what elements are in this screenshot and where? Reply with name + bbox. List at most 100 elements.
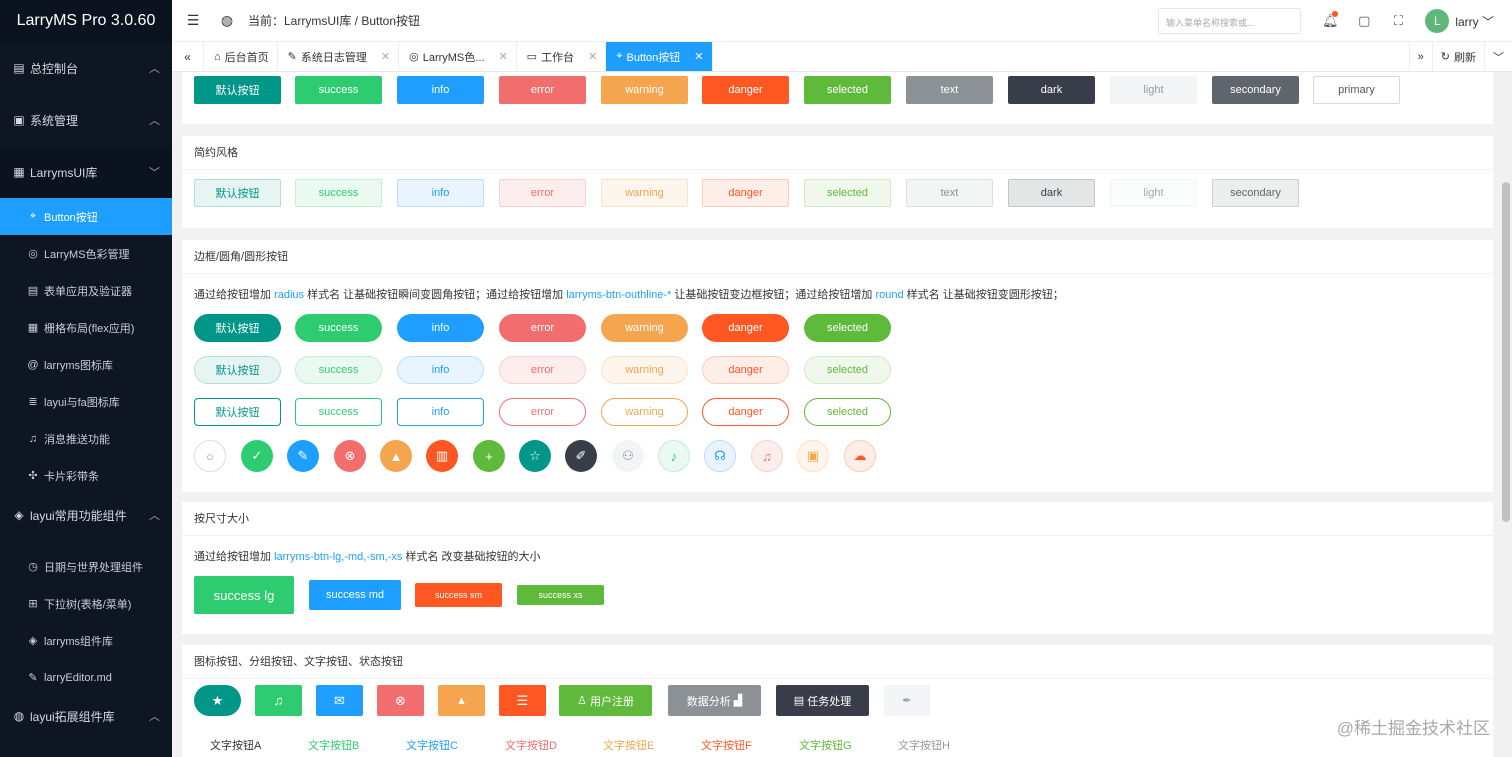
sidebar-item-icons[interactable]: @ larryms图标库 [0, 346, 172, 383]
btn-simple-dark[interactable]: dark [1008, 179, 1095, 207]
text-button-e[interactable]: 文字按钮E [603, 737, 654, 753]
tab-scroll-left-icon[interactable]: « [172, 42, 204, 71]
btn-simple-text[interactable]: text [906, 179, 993, 207]
text-button-d[interactable]: 文字按钮D [505, 737, 557, 753]
btn-simple-default[interactable]: 默认按钮 [194, 179, 281, 207]
sidebar-item-card[interactable]: ✣ 卡片彩带条 [0, 457, 172, 494]
btn-size-md[interactable]: success md [309, 580, 401, 610]
close-icon[interactable]: ✕ [498, 50, 507, 63]
btn-simple-info[interactable]: info [397, 179, 484, 207]
lock-screen-icon[interactable]: ▢ [1347, 13, 1381, 29]
btn-outline-selected[interactable]: selected [804, 398, 891, 426]
search-icon[interactable]: ○ [194, 440, 226, 472]
btn-primary[interactable]: primary [1313, 76, 1400, 104]
btn-selected[interactable]: selected [804, 76, 891, 104]
btn-success[interactable]: success [295, 76, 382, 104]
close-icon[interactable]: ✕ [588, 50, 597, 63]
text-button-b[interactable]: 文字按钮B [308, 737, 359, 753]
btn-size-xs[interactable]: success xs [517, 585, 604, 605]
sidebar-item-grid[interactable]: ▦ 栅格布局(flex应用) [0, 309, 172, 346]
feather-icon-button[interactable]: ✒ [884, 685, 930, 716]
tab-scroll-right-icon[interactable]: » [1408, 42, 1432, 71]
globe-icon[interactable]: ◍ [214, 12, 240, 29]
btn-outline-warning[interactable]: warning [601, 398, 688, 426]
headset-icon[interactable]: ☊ [704, 440, 736, 472]
tab-menu-icon[interactable]: ﹀ [1484, 42, 1512, 71]
edit-icon[interactable]: ✎ [287, 440, 319, 472]
sidebar-group-dashboard[interactable]: ▤ 总控制台 ︿ [0, 42, 172, 94]
btn-light[interactable]: light [1110, 76, 1197, 104]
btn-round-info[interactable]: info [397, 314, 484, 342]
btn-simple-success[interactable]: success [295, 179, 382, 207]
sidebar-group-layui[interactable]: ◈ layui常用功能组件 ︿ [0, 494, 172, 536]
btn-round-light-default[interactable]: 默认按钮 [194, 356, 281, 384]
close-icon[interactable]: ✕ [381, 50, 390, 63]
star-icon-button[interactable]: ★ [194, 685, 241, 716]
btn-simple-selected[interactable]: selected [804, 179, 891, 207]
btn-round-light-info[interactable]: info [397, 356, 484, 384]
tab-workbench[interactable]: ▭ 工作台 ✕ [517, 42, 607, 71]
close-circle-icon[interactable]: ⊗ [334, 440, 366, 472]
btn-text[interactable]: text [906, 76, 993, 104]
pen-icon[interactable]: ✐ [565, 440, 597, 472]
btn-simple-danger[interactable]: danger [702, 179, 789, 207]
btn-round-success[interactable]: success [295, 314, 382, 342]
btn-simple-error[interactable]: error [499, 179, 586, 207]
btn-simple-light[interactable]: light [1110, 179, 1197, 207]
close-icon-button[interactable]: ⊗ [377, 685, 424, 716]
btn-dark[interactable]: dark [1008, 76, 1095, 104]
text-button-f[interactable]: 文字按钮F [701, 737, 752, 753]
btn-size-sm[interactable]: success sm [415, 583, 502, 607]
text-button-h[interactable]: 文字按钮H [898, 737, 950, 753]
btn-info[interactable]: info [397, 76, 484, 104]
bus-icon[interactable]: ▣ [797, 440, 829, 472]
tab-color[interactable]: ◎ LarryMS色... ✕ [399, 42, 517, 71]
sidebar-item-editor[interactable]: ✎ larryEditor.md [0, 659, 172, 696]
register-button[interactable]: ♙ 用户注册 [559, 685, 652, 716]
sidebar-item-form[interactable]: ▤ 表单应用及验证器 [0, 272, 172, 309]
tab-home[interactable]: ⌂ 后台首页 [204, 42, 278, 71]
database-icon-button[interactable]: ☰ [499, 685, 546, 716]
btn-round-light-success[interactable]: success [295, 356, 382, 384]
user-menu[interactable]: larry ﹀ [1455, 13, 1494, 30]
text-button-c[interactable]: 文字按钮C [406, 737, 458, 753]
sidebar-item-push[interactable]: ♫ 消息推送功能 [0, 420, 172, 457]
trash-icon[interactable]: ▥ [426, 440, 458, 472]
sidebar-item-button[interactable]: ⌖ Button按钮 [0, 198, 172, 235]
btn-outline-info[interactable]: info [397, 398, 484, 426]
btn-round-light-danger[interactable]: danger [702, 356, 789, 384]
fullscreen-icon[interactable]: ⛶ [1381, 13, 1415, 29]
btn-simple-secondary[interactable]: secondary [1212, 179, 1299, 207]
avatar[interactable]: L [1425, 9, 1450, 33]
star-icon[interactable]: ☆ [519, 440, 551, 472]
sidebar-item-color[interactable]: ◎ LarryMS色彩管理 [0, 235, 172, 272]
btn-round-danger[interactable]: danger [702, 314, 789, 342]
refresh-button[interactable]: ↻ 刷新 [1431, 42, 1484, 71]
btn-round-warning[interactable]: warning [601, 314, 688, 342]
users-icon[interactable]: ⚇ [612, 440, 644, 472]
warning-icon[interactable]: ▲ [380, 440, 412, 472]
btn-round-error[interactable]: error [499, 314, 586, 342]
btn-error[interactable]: error [499, 76, 586, 104]
btn-warning[interactable]: warning [601, 76, 688, 104]
sidebar-group-system[interactable]: ▣ 系统管理 ︿ [0, 94, 172, 146]
tab-log[interactable]: ✎ 系统日志管理 ✕ [278, 42, 400, 71]
mail-icon-button[interactable]: ✉ [316, 685, 363, 716]
btn-round-default[interactable]: 默认按钮 [194, 314, 281, 342]
analysis-button[interactable]: 数据分析 ▟ [668, 685, 761, 716]
mic-icon[interactable]: ♪ [658, 440, 690, 472]
btn-outline-default[interactable]: 默认按钮 [194, 398, 281, 426]
bell-icon[interactable]: 🔔︎ [1313, 11, 1347, 29]
btn-danger[interactable]: danger [702, 76, 789, 104]
btn-round-light-selected[interactable]: selected [804, 356, 891, 384]
btn-size-lg[interactable]: success lg [194, 576, 294, 614]
warning-icon-button[interactable]: ▲ [438, 685, 485, 716]
check-icon[interactable]: ✓ [241, 440, 273, 472]
sidebar-item-date[interactable]: ◷ 日期与世界处理组件 [0, 548, 172, 585]
tab-button[interactable]: ⌖ Button按钮 ✕ [606, 42, 713, 71]
bell-icon[interactable]: ♫ [751, 440, 783, 472]
btn-round-light-warning[interactable]: warning [601, 356, 688, 384]
btn-outline-error[interactable]: error [499, 398, 586, 426]
btn-simple-warning[interactable]: warning [601, 179, 688, 207]
sidebar-item-components[interactable]: ◈ larryms组件库 [0, 622, 172, 659]
